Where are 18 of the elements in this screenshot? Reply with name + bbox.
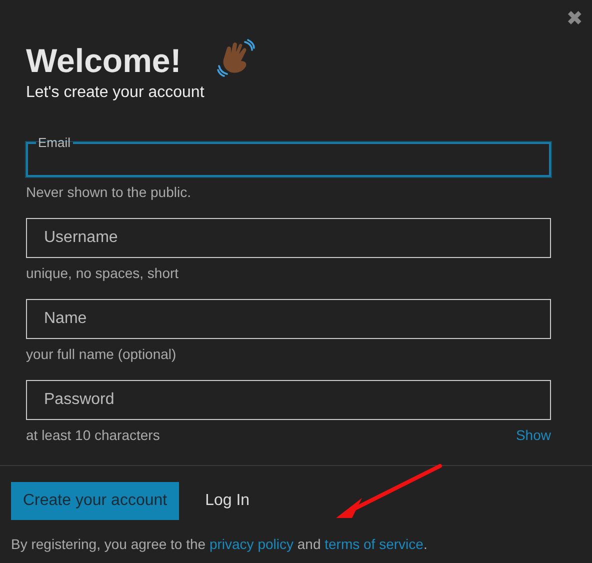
input-field[interactable]: Password — [26, 380, 551, 420]
log-in-button[interactable]: Log In — [205, 492, 250, 510]
show-password-link[interactable]: Show — [516, 427, 551, 443]
policy-link[interactable]: terms of service — [324, 536, 424, 552]
input-field[interactable]: Username — [26, 218, 551, 258]
create-account-button[interactable]: Create your account — [11, 482, 180, 520]
welcome-title: Welcome! — [26, 42, 182, 80]
waving-hand-icon — [217, 39, 256, 77]
policy-link[interactable]: privacy policy — [209, 536, 294, 552]
field-hint: unique, no spaces, short — [26, 265, 179, 281]
close-button[interactable]: ✖ — [566, 6, 583, 30]
field-hint: Never shown to the public. — [26, 184, 191, 200]
field-hint: your full name (optional) — [26, 346, 176, 362]
input-field[interactable]: Name — [26, 299, 551, 339]
subtitle: Let's create your account — [26, 84, 206, 102]
email-field[interactable]: Email — [26, 135, 551, 177]
legal-notice: By registering, you agree to the privacy policy and terms of service. — [11, 536, 428, 552]
field-hint: at least 10 characters — [26, 427, 160, 443]
